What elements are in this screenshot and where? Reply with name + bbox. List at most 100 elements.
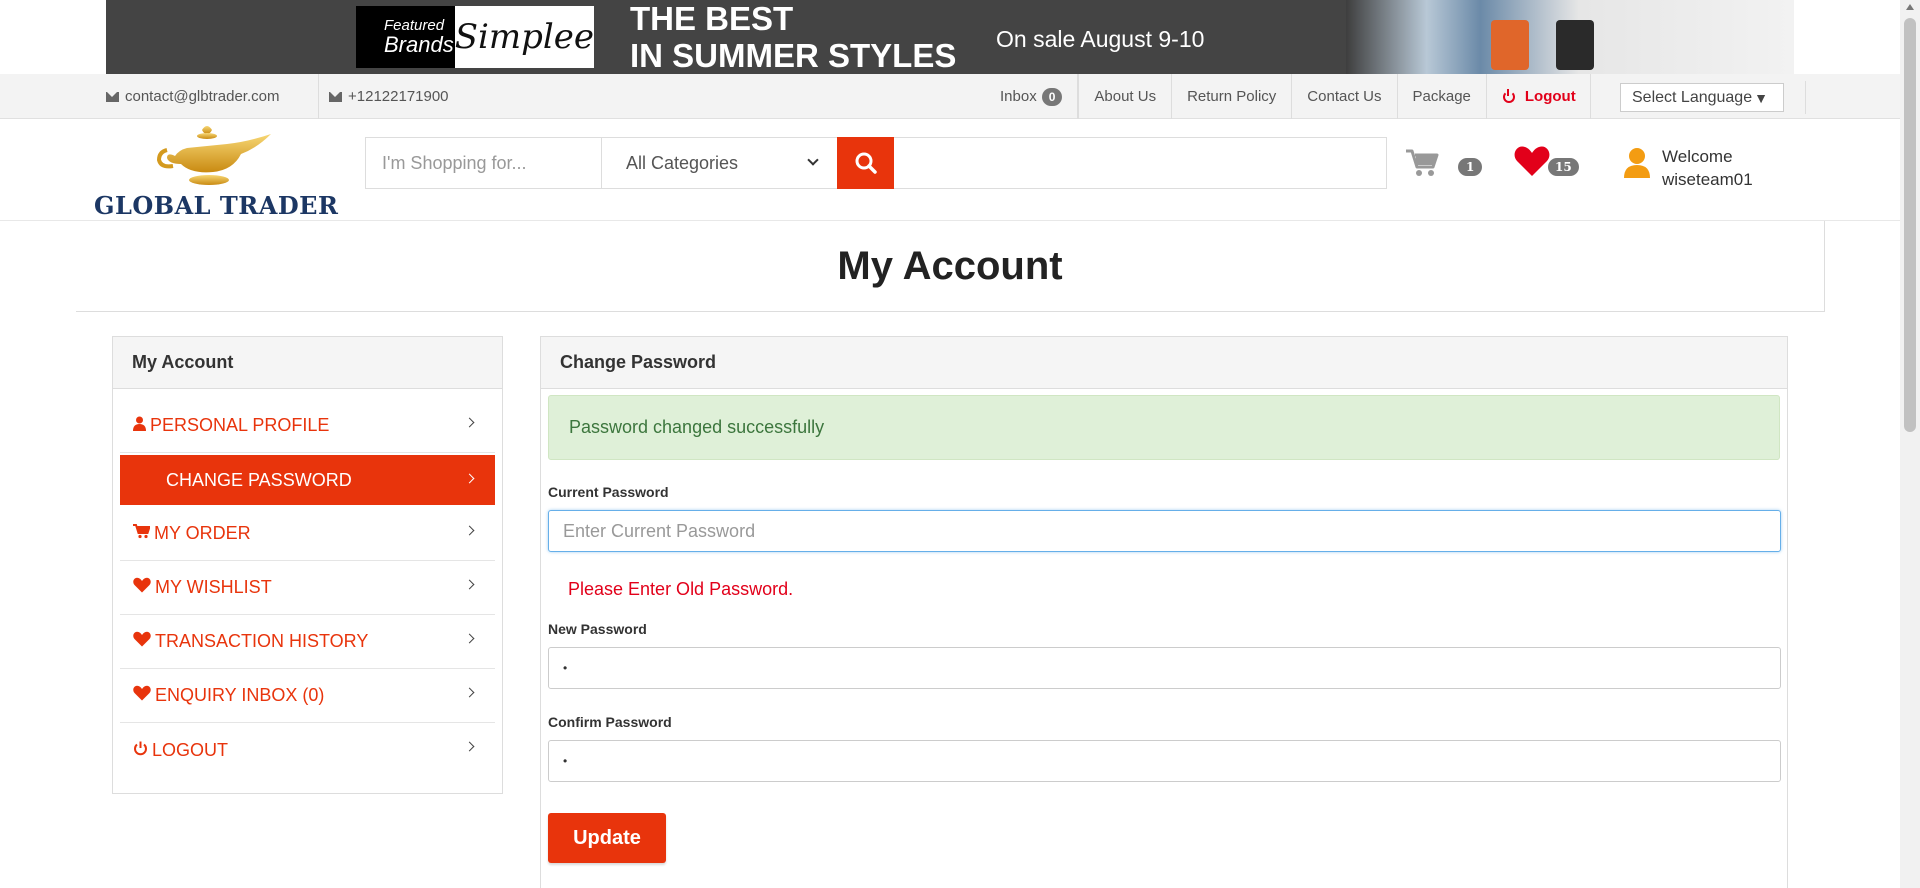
heart-icon <box>1514 146 1550 176</box>
category-select[interactable]: All Categories <box>602 138 837 188</box>
chevron-right-icon <box>464 687 475 698</box>
sidebar-item-label: LOGOUT <box>152 739 229 760</box>
top-bar: contact@glbtrader.com +12122171900 Inbox… <box>0 74 1900 119</box>
sidebar-item-label: MY WISHLIST <box>155 577 272 597</box>
sidebar-item-label: ENQUIRY INBOX (0) <box>155 685 325 705</box>
chevron-right-icon <box>464 417 475 428</box>
inbox-count-badge: 0 <box>1041 87 1063 106</box>
welcome-text[interactable]: Welcome wiseteam01 <box>1662 145 1753 191</box>
update-button[interactable]: Update <box>548 813 666 863</box>
confirm-password-input[interactable]: • <box>548 740 1781 782</box>
current-password-error: Please Enter Old Password. <box>568 579 794 599</box>
cart-button[interactable] <box>1405 148 1439 182</box>
current-password-label: Current Password <box>548 484 669 500</box>
featured-label: Featured Brands <box>356 6 455 68</box>
sidebar-item-label: TRANSACTION HISTORY <box>155 631 369 651</box>
banner-headline: THE BEST IN SUMMER STYLES <box>630 0 956 74</box>
sidebar-item-my-wishlist[interactable]: MY WISHLIST <box>120 561 495 615</box>
scrollbar-thumb[interactable] <box>1904 18 1916 432</box>
sidebar-item-label: CHANGE PASSWORD <box>166 469 352 490</box>
featured-line2: Brands <box>384 32 454 58</box>
sidebar-item-logout[interactable]: LOGOUT <box>120 723 495 777</box>
sidebar-title: My Account <box>113 337 502 389</box>
sidebar-item-label: PERSONAL PROFILE <box>150 415 330 435</box>
chevron-right-icon <box>464 473 475 484</box>
dropdown-arrow-icon: ▼ <box>1754 89 1768 106</box>
brand-name: Simplee <box>454 17 594 57</box>
wishlist-count-badge: 15 <box>1548 158 1579 176</box>
contact-phone[interactable]: +12122171900 <box>318 74 449 119</box>
return-policy-link[interactable]: Return Policy <box>1172 74 1293 119</box>
user-icon <box>133 415 146 436</box>
search-icon <box>855 152 877 174</box>
heart-icon <box>133 685 151 706</box>
username: wiseteam01 <box>1662 170 1753 189</box>
package-link[interactable]: Package <box>1398 74 1487 119</box>
scroll-up-icon[interactable] <box>1906 4 1914 10</box>
user-account-button[interactable] <box>1623 147 1651 183</box>
headline-line1: THE BEST <box>630 0 794 37</box>
chevron-right-icon <box>464 633 475 644</box>
confirm-password-value: • <box>563 754 568 768</box>
inbox-label: Inbox <box>1000 88 1037 105</box>
magic-lamp-logo-icon <box>157 126 271 185</box>
cart-icon <box>133 523 151 544</box>
new-password-label: New Password <box>548 621 647 637</box>
welcome-label: Welcome <box>1662 147 1733 166</box>
envelope-icon <box>329 91 342 102</box>
banner-product-image <box>1556 20 1594 70</box>
sidebar-item-change-password[interactable]: CHANGE PASSWORD <box>120 455 495 505</box>
email-text: contact@glbtrader.com <box>125 88 280 105</box>
promo-banner[interactable]: Featured Brands Simplee THE BEST IN SUMM… <box>106 0 1794 74</box>
logout-label: Logout <box>1524 88 1576 105</box>
divider <box>1805 81 1806 114</box>
account-sidebar: My Account PERSONAL PROFILE CHANGE PASSW… <box>112 336 503 794</box>
confirm-password-label: Confirm Password <box>548 714 672 730</box>
cart-icon <box>1406 149 1439 176</box>
success-alert: Password changed successfully <box>548 395 1780 460</box>
sidebar-item-my-order[interactable]: MY ORDER <box>120 507 495 561</box>
featured-brands-box: Featured Brands Simplee <box>356 6 594 68</box>
sidebar-item-enquiry-inbox[interactable]: ENQUIRY INBOX (0) <box>120 669 495 723</box>
featured-line1: Featured <box>384 16 445 34</box>
site-logo[interactable]: GLOBAL TRADER <box>92 119 338 220</box>
envelope-icon <box>106 91 119 102</box>
search-button[interactable] <box>837 137 894 189</box>
power-icon <box>1502 88 1515 103</box>
heart-icon <box>133 577 151 598</box>
sidebar-item-transaction-history[interactable]: TRANSACTION HISTORY <box>120 615 495 669</box>
power-icon <box>133 740 148 761</box>
page-title-box: My Account <box>76 221 1825 312</box>
about-us-link[interactable]: About Us <box>1078 74 1173 119</box>
language-select[interactable]: Select Language ▼ <box>1620 83 1784 112</box>
panel-title: Change Password <box>541 337 1787 389</box>
contact-us-link[interactable]: Contact Us <box>1292 74 1398 119</box>
page-title: My Account <box>837 243 1063 288</box>
wishlist-button[interactable] <box>1514 145 1550 181</box>
search-input[interactable] <box>366 138 602 188</box>
new-password-input[interactable]: • <box>548 647 1781 689</box>
chevron-right-icon <box>464 579 475 590</box>
banner-product-image <box>1491 20 1529 70</box>
sale-text: On sale August 9-10 <box>996 26 1205 52</box>
chevron-right-icon <box>464 525 475 536</box>
inbox-link[interactable]: Inbox 0 <box>984 74 1079 119</box>
page-scrollbar[interactable] <box>1900 0 1920 888</box>
chevron-right-icon <box>464 741 475 752</box>
user-icon <box>1624 148 1650 178</box>
headline-line2: IN SUMMER STYLES <box>630 37 957 74</box>
contact-email[interactable]: contact@glbtrader.com <box>106 74 279 119</box>
sidebar-menu: PERSONAL PROFILE CHANGE PASSWORD MY ORDE… <box>113 399 502 777</box>
sidebar-item-personal-profile[interactable]: PERSONAL PROFILE <box>120 399 495 453</box>
sidebar-item-label: MY ORDER <box>154 523 251 543</box>
phone-text: +12122171900 <box>348 88 449 105</box>
top-nav: Inbox 0 About Us Return Policy Contact U… <box>984 74 1591 119</box>
search-bar: All Categories <box>365 137 1387 189</box>
heart-icon <box>133 631 151 652</box>
logout-link[interactable]: Logout <box>1487 74 1591 119</box>
cart-count-badge: 1 <box>1458 158 1483 176</box>
logo-text: GLOBAL TRADER <box>94 191 339 220</box>
chevron-down-icon <box>807 154 819 166</box>
language-label: Select Language <box>1632 88 1753 106</box>
current-password-input[interactable] <box>548 510 1781 552</box>
